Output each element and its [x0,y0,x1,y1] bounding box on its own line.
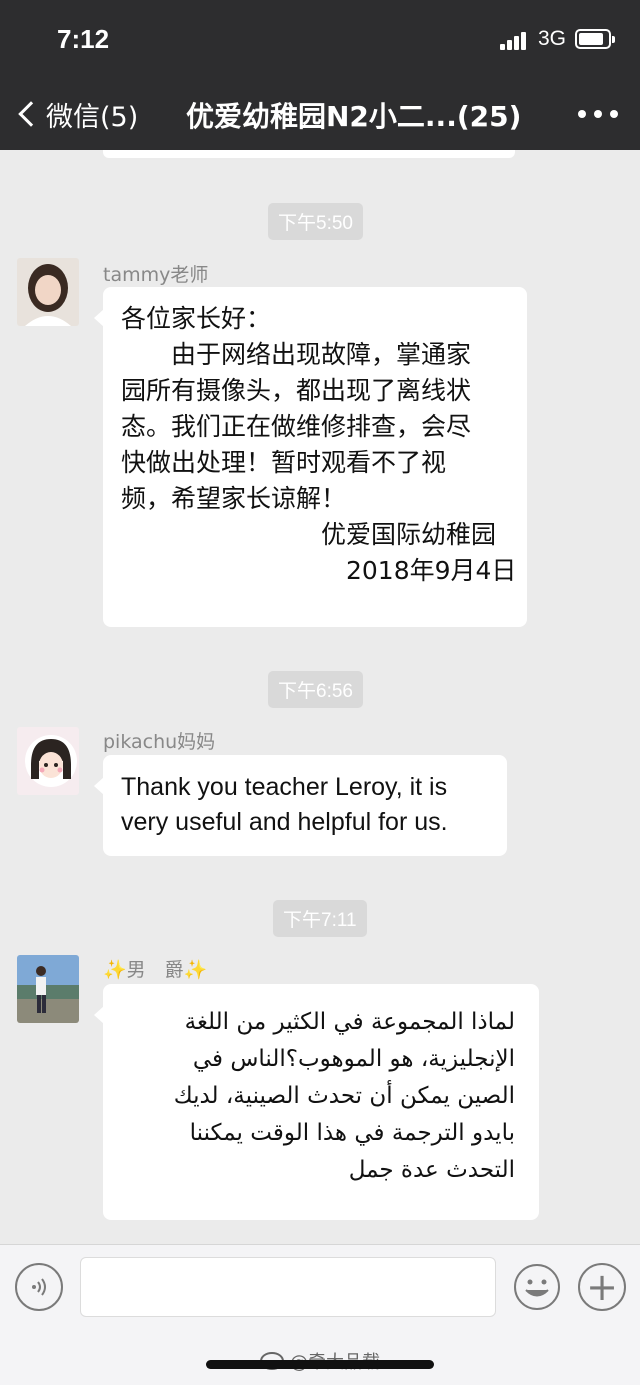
sender-name: ✨男 爵✨ [103,959,208,981]
nav-bar: 微信(5) 优爱幼稚园N2小二...(25) [0,80,640,150]
plus-button[interactable]: + [578,1263,626,1311]
home-indicator[interactable] [206,1360,434,1369]
avatar[interactable] [17,955,79,1023]
timestamp: 下午5:50 [268,203,363,240]
message-line: التحدث عدة جمل [348,1157,515,1183]
voice-button[interactable] [15,1263,63,1311]
plus-icon: + [586,1265,618,1309]
back-button[interactable]: 微信(5) [14,94,138,134]
message-line: 2018年9月4日 [121,556,517,585]
more-icon[interactable] [578,102,618,126]
message-input[interactable] [80,1257,496,1317]
emoji-button[interactable] [513,1263,561,1311]
chevron-left-icon [18,101,44,127]
battery-icon [575,29,615,49]
sender-name: tammy老师 [103,264,209,286]
status-time: 7:12 [57,24,110,54]
message-line: very useful and helpful for us. [121,808,448,836]
message-line: 各位家长好： [121,304,272,333]
avatar-jazz-icon [17,955,79,1023]
message-line: 态。我们正在做维修排查，会尽 [121,412,472,441]
message-line: 频，希望家长谅解！ [121,484,347,513]
message-line: 快做出处理！暂时观看不了视 [121,448,447,477]
message-bubble[interactable]: لماذا المجموعة في الكثير من اللغة الإنجل… [94,984,539,1220]
network-label: 3G [538,27,567,50]
message-line: 优爱国际幼稚园 [121,520,497,549]
message-line: الإنجليزية، هو الموهوب؟الناس في [192,1046,515,1072]
emoji-icon [514,1264,560,1310]
back-label: 微信(5) [46,101,139,133]
avatar[interactable] [17,258,79,326]
timestamp: 下午7:11 [273,900,367,937]
previous-message-bubble [103,150,515,158]
message-line: 由于网络出现故障，掌通家 [121,340,472,369]
avatar-pikachu-icon [17,727,79,795]
avatar[interactable] [17,727,79,795]
chat-area[interactable]: 下午5:50 tammy老师 各位家长好： 由于网络出现故障，掌通家 园所有摄像… [0,150,640,1244]
message-bubble[interactable]: 各位家长好： 由于网络出现故障，掌通家 园所有摄像头，都出现了离线状 态。我们正… [94,287,527,627]
timestamp: 下午6:56 [268,671,363,708]
sender-name: pikachu妈妈 [103,731,216,753]
message-line: 园所有摄像头，都出现了离线状 [121,376,472,405]
status-bar: 7:12 3G [0,0,640,80]
message-line: Thank you teacher Leroy, it is [121,773,448,801]
signal-icon [500,30,532,50]
avatar-tammy-icon [17,258,79,326]
message-bubble[interactable]: Thank you teacher Leroy, it is very usef… [94,755,507,856]
chat-title: 优爱幼稚园N2小二...(25) [186,100,522,133]
voice-icon [32,1278,46,1296]
message-line: الصين يمكن أن تحدث الصينية، لديك [173,1083,515,1109]
message-line: لماذا المجموعة في الكثير من اللغة [184,1009,515,1035]
input-bar: + @牵大品载 [0,1244,640,1385]
message-line: بايدو الترجمة في هذا الوقت يمكننا [189,1120,515,1146]
